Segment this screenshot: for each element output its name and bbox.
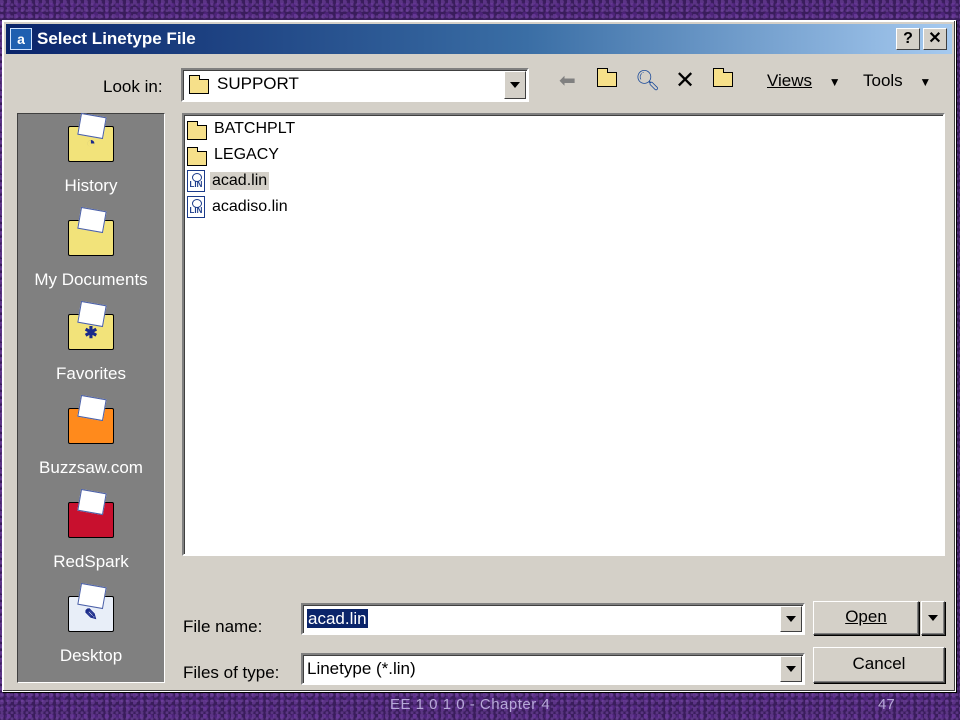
views-label: Views: [767, 71, 813, 90]
list-item[interactable]: LIN acadiso.lin: [187, 195, 290, 219]
list-item[interactable]: LEGACY: [187, 143, 281, 167]
cancel-label: Cancel: [852, 654, 906, 673]
delete-icon[interactable]: ✕: [675, 69, 695, 93]
files-of-type-dropdown-button[interactable]: [780, 656, 802, 682]
place-label: Desktop: [59, 646, 123, 665]
search-web-icon[interactable]: 🔍︎: [635, 69, 660, 93]
autocad-app-icon: a: [10, 28, 32, 50]
file-list[interactable]: BATCHPLT LEGACY LIN acad.lin LIN acadiso…: [182, 113, 945, 556]
places-bar: ◔ History My Documents ✱ Favorites Buzzs…: [17, 113, 165, 683]
file-name-value[interactable]: acad.lin: [307, 609, 368, 629]
tools-dropdown-icon: ▼: [919, 75, 932, 89]
close-button[interactable]: ✕: [923, 28, 947, 50]
cancel-button[interactable]: Cancel: [813, 647, 945, 683]
look-in-dropdown[interactable]: SUPPORT: [181, 68, 529, 102]
list-item[interactable]: LIN acad.lin: [187, 169, 270, 193]
files-of-type-dropdown[interactable]: Linetype (*.lin): [301, 653, 805, 685]
views-menu[interactable]: Views ▼: [767, 71, 841, 91]
place-buzzsaw[interactable]: Buzzsaw.com: [18, 396, 164, 490]
file-name-field[interactable]: acad.lin: [301, 603, 805, 635]
window-title: Select Linetype File: [37, 29, 196, 48]
back-arrow-icon[interactable]: ⬅: [559, 69, 576, 93]
folder-icon: [187, 146, 207, 166]
title-bar[interactable]: a Select Linetype File ? ✕: [6, 24, 952, 54]
new-folder-icon[interactable]: [713, 68, 733, 93]
linetype-file-icon: LIN: [187, 170, 205, 192]
open-label: Open: [845, 607, 887, 626]
buzzsaw-icon: [68, 408, 114, 444]
linetype-file-icon: LIN: [187, 196, 205, 218]
folder-icon: [187, 120, 207, 140]
file-name: LEGACY: [214, 146, 279, 163]
tools-label: Tools: [863, 71, 903, 90]
look-in-value: SUPPORT: [217, 74, 299, 93]
file-name: BATCHPLT: [214, 120, 296, 137]
place-history[interactable]: ◔ History: [18, 114, 164, 208]
chevron-down-icon: [928, 615, 938, 621]
place-desktop[interactable]: ✎ Desktop: [18, 584, 164, 678]
place-label: Favorites: [56, 364, 126, 383]
tools-menu[interactable]: Tools ▼: [863, 71, 931, 91]
views-dropdown-icon: ▼: [828, 75, 841, 89]
history-icon: ◔: [68, 126, 114, 162]
place-label: RedSpark: [53, 552, 129, 571]
favorites-icon: ✱: [68, 314, 114, 350]
up-folder-icon[interactable]: [597, 68, 617, 93]
list-item[interactable]: BATCHPLT: [187, 117, 297, 141]
help-button[interactable]: ?: [896, 28, 920, 50]
files-of-type-label: Files of type:: [183, 663, 280, 682]
place-redspark[interactable]: RedSpark: [18, 490, 164, 584]
select-linetype-dialog: a Select Linetype File ? ✕ Look in: SUPP…: [2, 20, 956, 692]
place-label: Buzzsaw.com: [39, 458, 143, 477]
desktop-icon: ✎: [68, 596, 114, 632]
file-name: acadiso.lin: [212, 198, 288, 215]
place-label: History: [64, 176, 118, 195]
look-in-dropdown-button[interactable]: [504, 71, 526, 99]
file-name-dropdown-button[interactable]: [780, 606, 802, 632]
open-options-button[interactable]: [921, 601, 945, 635]
folder-icon: [189, 75, 209, 94]
redspark-icon: [68, 502, 114, 538]
look-in-label: Look in:: [103, 77, 163, 96]
files-of-type-value: Linetype (*.lin): [307, 659, 416, 678]
file-name: acad.lin: [210, 172, 270, 190]
file-name-label: File name:: [183, 617, 263, 636]
slide-page-number: 47: [878, 696, 895, 713]
slide-footer-text: EE 1 0 1 0 - Chapter 4: [390, 696, 551, 713]
place-my-documents[interactable]: My Documents: [18, 208, 164, 302]
place-favorites[interactable]: ✱ Favorites: [18, 302, 164, 396]
open-button[interactable]: Open: [813, 601, 919, 635]
my-documents-icon: [68, 220, 114, 256]
place-label: My Documents: [34, 270, 148, 289]
